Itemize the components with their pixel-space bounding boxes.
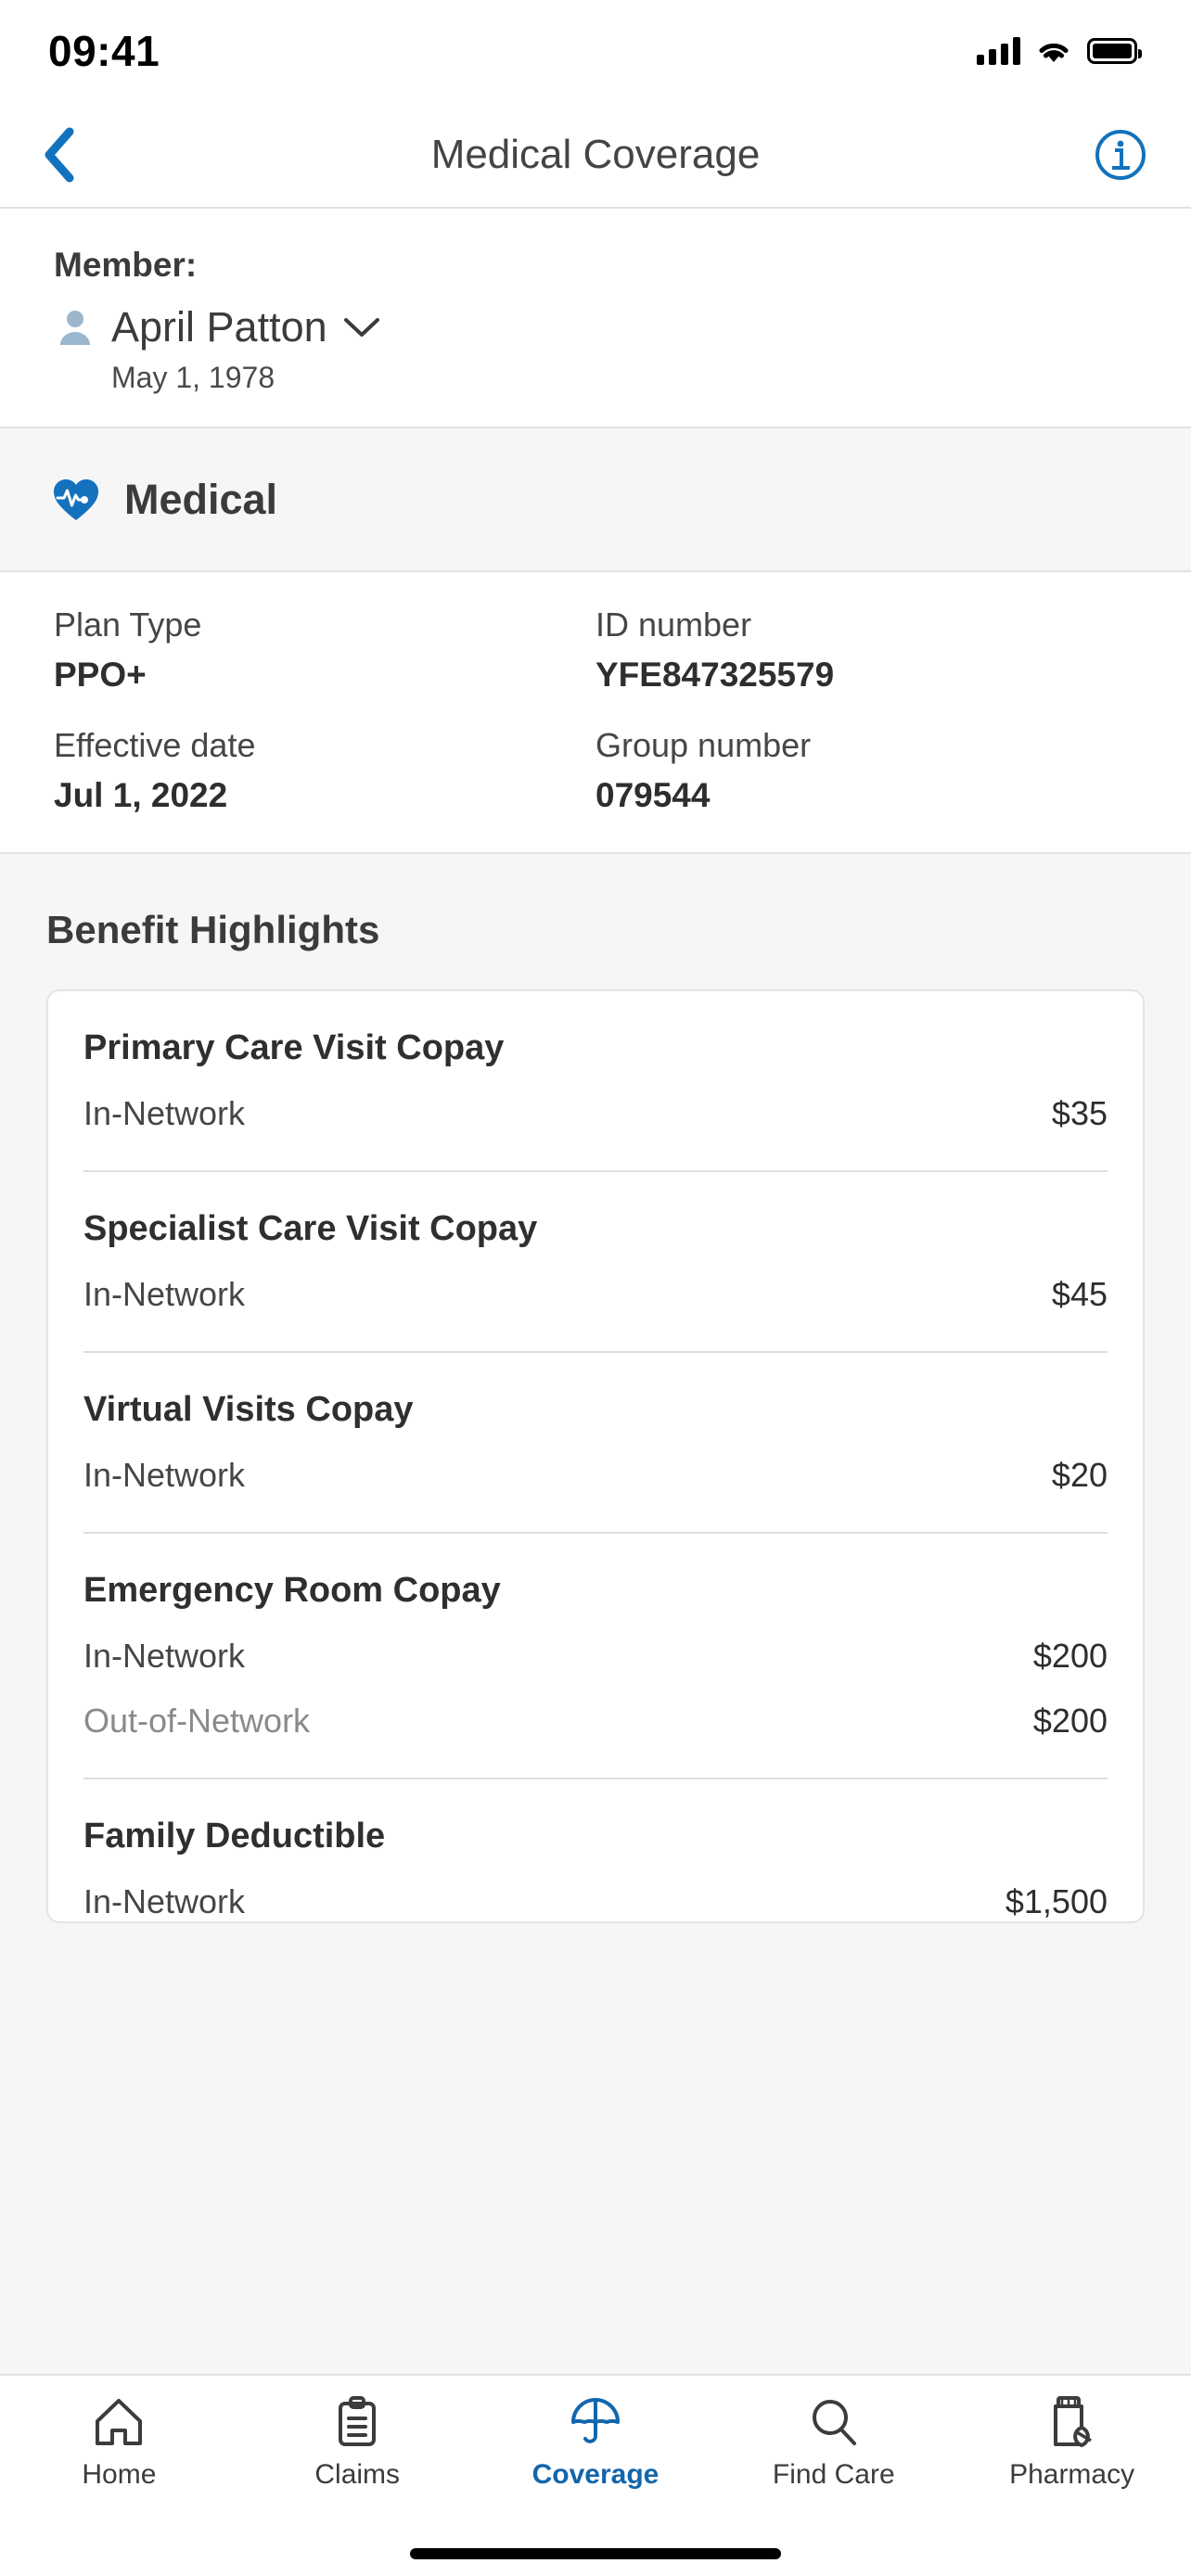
benefit-network-label: In-Network [83,1275,246,1313]
plan-detail-label: Effective date [54,726,256,764]
clipboard-icon [339,2396,377,2446]
member-name: April Patton [111,303,327,351]
benefit-title: Primary Care Visit Copay [83,1028,505,1067]
benefit-item: Virtual Visits Copay In-Network $20 [83,1353,1108,1534]
benefit-network-label: In-Network [83,1882,246,1920]
battery-full-icon [1087,38,1142,64]
member-section: Member: April Patton May 1, 1978 [0,209,1191,428]
search-icon [812,2400,856,2445]
wifi-icon [1039,43,1069,62]
plan-detail-cell: ID number YFE847325579 [596,606,1137,695]
heart-pulse-icon [53,478,99,520]
benefit-amount: $1,500 [1005,1882,1108,1920]
benefit-amount: $200 [1032,1702,1108,1740]
coverage-type-title: Medical [124,475,278,523]
status-bar: 09:41 [0,0,1191,102]
info-button[interactable] [1091,125,1150,185]
benefit-title: Family Deductible [83,1817,386,1855]
member-dob: May 1, 1978 [111,361,275,394]
benefit-network-label: Out-of-Network [83,1702,311,1740]
page-title: Medical Coverage [430,131,761,177]
plan-detail-value: Jul 1, 2022 [54,776,228,814]
benefit-row: In-Network $1,500 [83,1882,1108,1921]
benefit-row: In-Network $20 [83,1456,1108,1495]
plan-detail-cell: Plan Type PPO+ [54,606,596,695]
plan-detail-label: Group number [596,726,812,764]
plan-detail-cell: Group number 079544 [596,726,1137,815]
tab-pharmacy[interactable]: Pharmacy [953,2396,1191,2491]
plan-detail-label: Plan Type [54,606,202,644]
benefit-amount: $200 [1032,1637,1108,1675]
tab-home[interactable]: Home [0,2396,238,2491]
benefit-item: Primary Care Visit Copay In-Network $35 [83,991,1108,1172]
status-time: 09:41 [48,27,160,75]
person-icon [60,311,90,345]
tab-label: Find Care [772,2459,895,2490]
benefit-amount: $20 [1051,1456,1108,1494]
tab-coverage[interactable]: Coverage [477,2396,715,2491]
plan-detail-value: PPO+ [54,656,147,694]
benefit-item: Specialist Care Visit Copay In-Network $… [83,1172,1108,1353]
member-selector[interactable]: April Patton [54,303,1137,351]
status-icons [977,37,1142,65]
plan-detail-label: ID number [596,606,752,644]
benefit-amount: $45 [1051,1275,1108,1313]
umbrella-icon [570,2398,620,2443]
plan-detail-cell: Effective date Jul 1, 2022 [54,726,596,815]
plan-detail-value: 079544 [596,776,711,814]
benefit-row: In-Network $45 [83,1275,1108,1314]
back-button[interactable] [41,122,106,187]
info-circle-icon [1095,129,1146,180]
tab-label: Coverage [531,2459,660,2490]
cellular-signal-icon [977,37,1020,65]
app-screen: 09:41 Medical Coverage Member: April Pat… [0,0,1191,2576]
benefit-title: Emergency Room Copay [83,1571,501,1610]
tab-find-care[interactable]: Find Care [714,2396,953,2491]
member-label: Member: [54,246,198,284]
plan-details-grid: Plan Type PPO+ ID number YFE847325579 Ef… [0,572,1191,854]
plan-detail-value: YFE847325579 [596,656,835,694]
home-indicator-area [0,2531,1191,2576]
benefit-row: Out-of-Network $200 [83,1702,1108,1741]
home-indicator[interactable] [410,2548,781,2559]
benefit-network-label: In-Network [83,1456,246,1494]
tab-claims[interactable]: Claims [238,2396,477,2491]
benefit-item: Emergency Room Copay In-Network $200 Out… [83,1534,1108,1779]
coverage-type-header: Medical [0,428,1191,572]
tab-label: Home [82,2459,157,2490]
tab-label: Claims [314,2459,401,2490]
benefit-highlights-title: Benefit Highlights [46,908,380,951]
home-icon [96,2399,143,2445]
benefit-row: In-Network $35 [83,1094,1108,1133]
benefit-network-label: In-Network [83,1094,246,1132]
benefit-highlights-section: Benefit Highlights Primary Care Visit Co… [0,854,1191,2374]
pill-bottle-icon [1053,2396,1092,2448]
tab-label: Pharmacy [1009,2459,1135,2490]
benefit-row: In-Network $200 [83,1637,1108,1676]
benefits-card: Primary Care Visit Copay In-Network $35 … [46,989,1145,1923]
navigation-bar: Medical Coverage [0,102,1191,209]
chevron-left-icon [45,127,74,182]
benefit-title: Virtual Visits Copay [83,1390,414,1429]
bottom-tab-bar: Home Claims Coverage Find Care Pharmacy [0,2374,1191,2531]
benefit-network-label: In-Network [83,1637,246,1675]
chevron-down-icon [343,318,379,337]
benefit-title: Specialist Care Visit Copay [83,1209,538,1248]
benefit-amount: $35 [1051,1094,1108,1132]
benefit-item: Family Deductible In-Network $1,500 [83,1779,1108,1921]
